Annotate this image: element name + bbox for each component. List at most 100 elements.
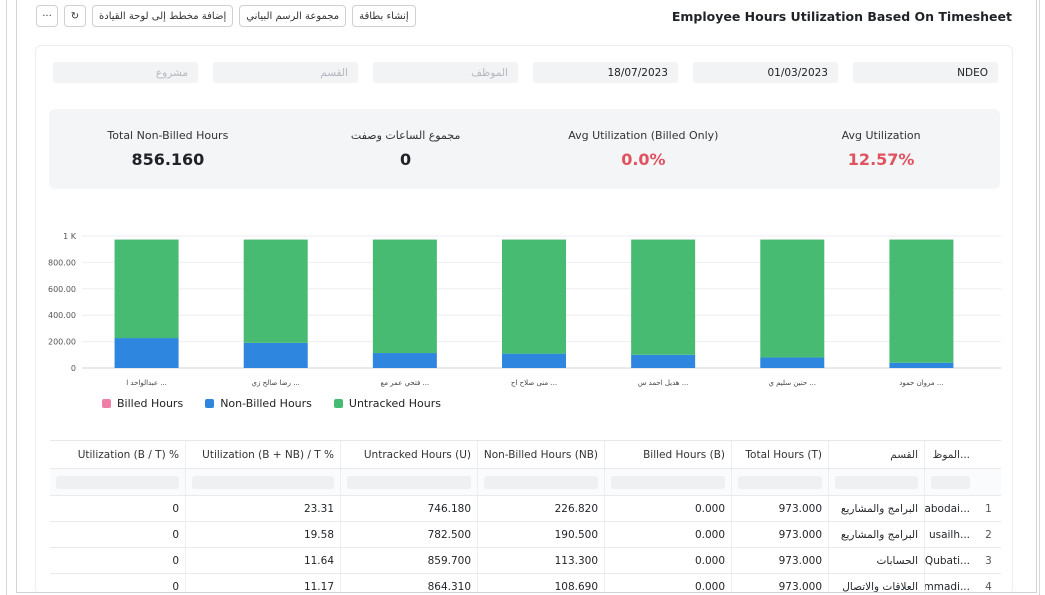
bar-segment-non-billed-hours[interactable]	[889, 362, 954, 368]
bar-segment-non-billed-hours[interactable]	[631, 354, 696, 368]
filter-department[interactable]: القسم	[213, 62, 358, 83]
add-to-dashboard-button[interactable]: إضافة مخطط إلى لوحة القيادة	[92, 5, 234, 27]
refresh-icon[interactable]: ↻	[64, 5, 86, 27]
bar-segment-non-billed-hours[interactable]	[372, 353, 437, 368]
row-index: 3	[985, 554, 992, 567]
stat-value: 12.57%	[847, 150, 915, 169]
stat-avg-utilization: Avg Utilization 12.57%	[762, 109, 1000, 189]
cell-utilization-b-nb: 23.31	[185, 496, 340, 521]
legend-swatch	[102, 399, 111, 408]
legend-label: Untracked Hours	[348, 397, 442, 410]
toolbar: ··· ↻ إضافة مخطط إلى لوحة القيادة مجموعة…	[36, 5, 416, 27]
y-tick-label: 1 K	[63, 232, 77, 241]
bar-segment-non-billed-hours[interactable]	[760, 357, 825, 368]
legend-item-non-billed[interactable]: Non-Billed Hours	[205, 397, 312, 410]
cell-billed-hours: 0.000	[604, 548, 731, 573]
column-filter-billed[interactable]	[604, 469, 731, 495]
report-frame: ··· ↻ إضافة مخطط إلى لوحة القيادة مجموعة…	[16, 0, 1037, 593]
cell-department: البرامج والمشاريع	[828, 496, 924, 521]
cell-non-billed-hours: 108.690	[477, 574, 604, 592]
column-filter-untracked[interactable]	[340, 469, 477, 495]
x-tick-label: هديل احمد س ...	[638, 379, 689, 387]
cell-billed-hours: 0.000	[604, 496, 731, 521]
x-tick-label: مروان حمود ...	[899, 379, 943, 387]
filter-employee[interactable]: الموظف	[373, 62, 518, 83]
cell-billed-hours: 0.000	[604, 522, 731, 547]
filter-to-date[interactable]: 18/07/2023	[533, 62, 678, 83]
right-border-line	[1039, 0, 1040, 595]
header-non-billed-hours[interactable]: Non-Billed Hours (NB)	[477, 441, 604, 468]
column-filter-employee[interactable]	[924, 469, 976, 495]
bar-segment-untracked-hours[interactable]	[372, 239, 437, 354]
bar-segment-untracked-hours[interactable]	[243, 239, 308, 343]
cell-total-hours: 973.000	[731, 496, 828, 521]
legend-swatch	[205, 399, 215, 408]
table-row[interactable]: 1 abodai... البرامج والمشاريع 973.000 0.000 2…	[50, 496, 1001, 522]
header-total-hours[interactable]: Total Hours (T)	[731, 441, 828, 468]
x-tick-label: عبدالواحد ا ...	[126, 379, 167, 387]
chart-group-button[interactable]: مجموعة الرسم البياني	[239, 5, 347, 27]
column-filter-non-billed[interactable]	[477, 469, 604, 495]
table-body: 1 abodai... البرامج والمشاريع 973.000 0.000 2…	[50, 496, 1001, 593]
column-filter-total[interactable]	[731, 469, 828, 495]
cell-department: العلاقات والاتصال	[828, 574, 924, 592]
header-billed-hours[interactable]: Billed Hours (B)	[604, 441, 731, 468]
bar-segment-non-billed-hours[interactable]	[502, 353, 566, 368]
stat-label: Total Non-Billed Hours	[107, 129, 229, 142]
header-employee[interactable]: الموظ...	[924, 441, 976, 468]
y-tick-label: 800.00	[48, 258, 76, 267]
filter-from-date[interactable]: 01/03/2023	[693, 62, 838, 83]
create-card-button[interactable]: إنشاء بطاقة	[352, 5, 416, 27]
table-row[interactable]: 3 lQubati... الحسابات 973.000 0.000 113.300 85…	[50, 548, 1001, 574]
bar-segment-untracked-hours[interactable]	[889, 239, 954, 363]
cell-utilization-b: 0	[172, 580, 179, 593]
cell-employee: mmadi...	[924, 574, 976, 592]
bar-segment-untracked-hours[interactable]	[631, 239, 696, 355]
column-filter-util-b[interactable]	[50, 469, 185, 495]
cell-employee: lQubati...	[924, 548, 976, 573]
legend-swatch	[333, 399, 343, 408]
x-tick-label: رضا صالح زي ...	[252, 379, 300, 387]
filter-company[interactable]: NDEO	[853, 62, 998, 83]
header-utilization-b-nb[interactable]: Utilization (B + NB) / T %	[185, 441, 340, 468]
stat-billed-hours-total: مجموع الساعات وصفت 0	[287, 109, 525, 189]
y-tick-label: 400.00	[48, 311, 76, 320]
more-options-button[interactable]: ···	[36, 5, 58, 27]
cell-utilization-b: 0	[172, 502, 179, 515]
report-card: NDEO 01/03/2023 18/07/2023 الموظف القسم …	[35, 45, 1013, 593]
column-filter-util-b-nb[interactable]	[185, 469, 340, 495]
header-untracked-hours[interactable]: Untracked Hours (U)	[340, 441, 477, 468]
cell-untracked-hours: 864.310	[340, 574, 477, 592]
column-filter-department[interactable]	[828, 469, 924, 495]
bar-segment-untracked-hours[interactable]	[760, 239, 825, 358]
bar-segment-untracked-hours[interactable]	[502, 239, 566, 354]
bar-segment-non-billed-hours[interactable]	[243, 342, 308, 368]
y-tick-label: 600.00	[48, 285, 76, 294]
stat-label: Avg Utilization	[841, 129, 921, 142]
bar-segment-untracked-hours[interactable]	[114, 239, 179, 339]
cell-billed-hours: 0.000	[604, 574, 731, 592]
table-row[interactable]: 4 mmadi... العلاقات والاتصال 973.000 0.000 10…	[50, 574, 1001, 593]
page-title: Employee Hours Utilization Based On Time…	[671, 9, 1012, 24]
cell-untracked-hours: 859.700	[340, 548, 477, 573]
cell-utilization-b: 0	[172, 554, 179, 567]
filter-project[interactable]: مشروع	[53, 62, 198, 83]
table-row[interactable]: 2 usailh... البرامج والمشاريع 973.000 0.000 1…	[50, 522, 1001, 548]
bar-segment-non-billed-hours[interactable]	[114, 338, 179, 368]
cell-utilization-b-nb: 11.17	[185, 574, 340, 592]
row-index: 4	[985, 580, 992, 593]
row-index: 2	[985, 528, 992, 541]
header-utilization-b[interactable]: Utilization (B / T) %	[50, 441, 185, 468]
cell-utilization-b: 0	[172, 528, 179, 541]
legend-label: Billed Hours	[117, 397, 184, 410]
header-index	[976, 441, 1001, 468]
legend-label: Non-Billed Hours	[220, 397, 312, 410]
hours-table: الموظ... القسم Total Hours (T) Billed Ho…	[50, 440, 1001, 593]
cell-employee: usailh...	[924, 522, 976, 547]
header-department[interactable]: القسم	[828, 441, 924, 468]
cell-department: البرامج والمشاريع	[828, 522, 924, 547]
legend-item-billed[interactable]: Billed Hours	[102, 397, 183, 410]
cell-department: الحسابات	[828, 548, 924, 573]
legend-item-untracked[interactable]: Untracked Hours	[333, 397, 442, 410]
cell-non-billed-hours: 190.500	[477, 522, 604, 547]
